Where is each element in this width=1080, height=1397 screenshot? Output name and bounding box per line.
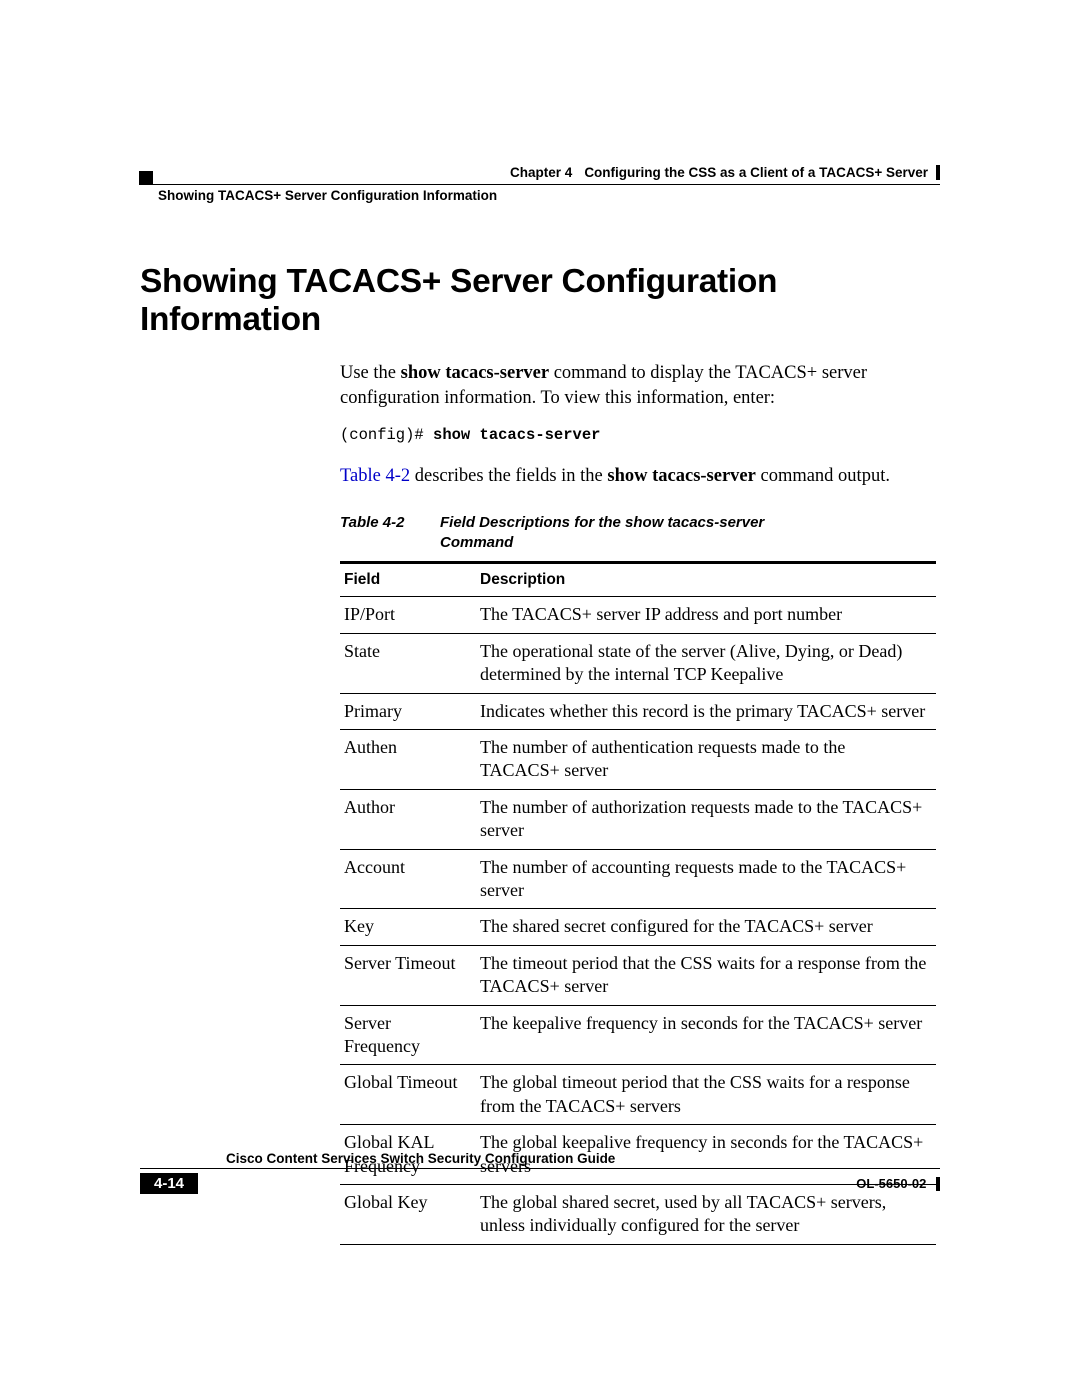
description-cell: The shared secret configured for the TAC…	[476, 909, 936, 945]
cli-command: show tacacs-server	[433, 426, 600, 444]
body-content: Use the show tacacs-server command to di…	[340, 361, 940, 1245]
chapter-title: Configuring the CSS as a Client of a TAC…	[584, 165, 928, 180]
intro-command-bold: show tacacs-server	[401, 363, 549, 383]
table-reference-link[interactable]: Table 4-2	[340, 466, 410, 486]
description-cell: The TACACS+ server IP address and port n…	[476, 597, 936, 633]
description-cell: The operational state of the server (Ali…	[476, 633, 936, 693]
field-cell: Global Timeout	[340, 1065, 476, 1125]
table-caption-label: Table 4-2	[340, 513, 440, 554]
document-code: OL-5650-02	[856, 1176, 940, 1192]
table-row: KeyThe shared secret configured for the …	[340, 909, 936, 945]
footer-guide-title: Cisco Content Services Switch Security C…	[226, 1151, 615, 1166]
table-row: AuthenThe number of authentication reque…	[340, 730, 936, 790]
description-cell: The timeout period that the CSS waits fo…	[476, 945, 936, 1005]
code-example: (config)# show tacacs-server	[340, 425, 940, 446]
header-end-bar-icon	[936, 165, 940, 180]
cli-prompt: (config)#	[340, 426, 433, 444]
subhead-text: Showing TACACS+ Server Configuration Inf…	[158, 188, 497, 203]
ref-mid: describes the fields in the	[410, 466, 607, 486]
description-cell: Indicates whether this record is the pri…	[476, 693, 936, 729]
table-row: AuthorThe number of authorization reques…	[340, 789, 936, 849]
page-footer: Cisco Content Services Switch Security C…	[140, 1168, 940, 1194]
footer-bottom-row: 4-14 OL-5650-02	[140, 1173, 940, 1194]
table-row: PrimaryIndicates whether this record is …	[340, 693, 936, 729]
ref-tail: command output.	[756, 466, 890, 486]
field-cell: Account	[340, 849, 476, 909]
description-cell: The global timeout period that the CSS w…	[476, 1065, 936, 1125]
page-content: Chapter 4 Configuring the CSS as a Clien…	[140, 165, 940, 1245]
table-caption: Table 4-2 Field Descriptions for the sho…	[340, 513, 940, 554]
field-cell: IP/Port	[340, 597, 476, 633]
footer-rule: Cisco Content Services Switch Security C…	[140, 1168, 940, 1169]
running-header: Chapter 4 Configuring the CSS as a Clien…	[140, 165, 940, 180]
field-cell: Server Timeout	[340, 945, 476, 1005]
ref-command-bold: show tacacs-server	[607, 466, 755, 486]
table-row: Server TimeoutThe timeout period that th…	[340, 945, 936, 1005]
table-row: Server FrequencyThe keepalive frequency …	[340, 1005, 936, 1065]
table-caption-text: Field Descriptions for the show tacacs-s…	[440, 513, 840, 554]
table-row: AccountThe number of accounting requests…	[340, 849, 936, 909]
field-description-table: Field Description IP/PortThe TACACS+ ser…	[340, 561, 936, 1244]
field-cell: Authen	[340, 730, 476, 790]
description-cell: The number of accounting requests made t…	[476, 849, 936, 909]
field-cell: Primary	[340, 693, 476, 729]
description-cell: The number of authorization requests mad…	[476, 789, 936, 849]
doc-code-text: OL-5650-02	[856, 1176, 926, 1191]
field-cell: Key	[340, 909, 476, 945]
field-cell: Author	[340, 789, 476, 849]
table-header-row: Field Description	[340, 563, 936, 597]
field-cell: Server Frequency	[340, 1005, 476, 1065]
page-number: 4-14	[140, 1173, 198, 1194]
col-header-field: Field	[340, 563, 476, 597]
chapter-label: Chapter 4	[510, 165, 572, 180]
description-cell: The keepalive frequency in seconds for t…	[476, 1005, 936, 1065]
section-marker-icon	[139, 171, 153, 185]
description-cell: The number of authentication requests ma…	[476, 730, 936, 790]
intro-pre: Use the	[340, 363, 401, 383]
field-cell: State	[340, 633, 476, 693]
col-header-description: Description	[476, 563, 936, 597]
footer-end-bar-icon	[936, 1177, 940, 1191]
intro-paragraph: Use the show tacacs-server command to di…	[340, 361, 940, 411]
table-row: StateThe operational state of the server…	[340, 633, 936, 693]
reference-paragraph: Table 4-2 describes the fields in the sh…	[340, 464, 940, 489]
table-row: IP/PortThe TACACS+ server IP address and…	[340, 597, 936, 633]
section-heading: Showing TACACS+ Server Configuration Inf…	[140, 263, 940, 339]
running-subhead: Showing TACACS+ Server Configuration Inf…	[140, 184, 940, 203]
table-row: Global TimeoutThe global timeout period …	[340, 1065, 936, 1125]
